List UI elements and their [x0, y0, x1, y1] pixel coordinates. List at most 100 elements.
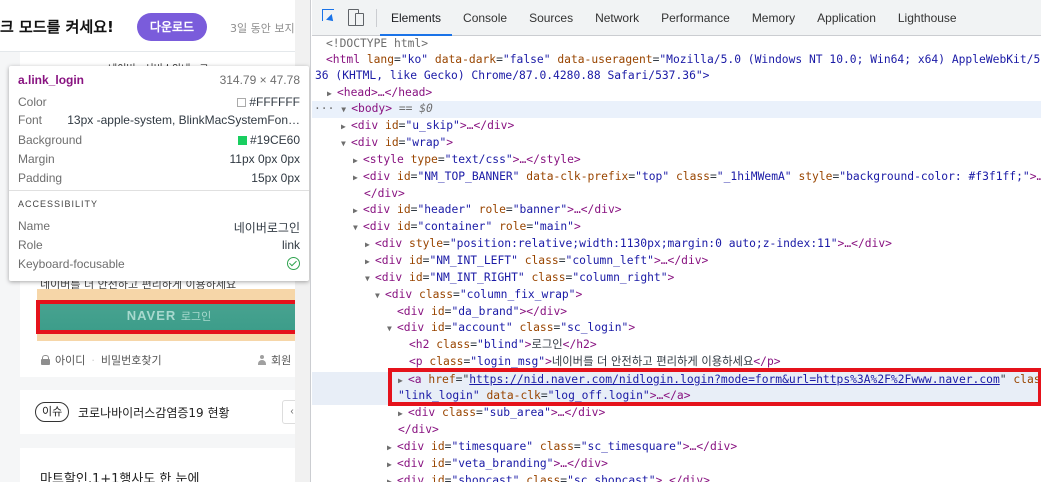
expand-triangle-icon: ▶ — [387, 477, 392, 482]
dom-line-da-brand[interactable]: <div id="da_brand"></div> — [312, 304, 1041, 321]
highlight-box-login-button — [36, 300, 302, 334]
wrap-node: ▼ <div id="wrap"> — [341, 135, 453, 152]
dom-line-int-left[interactable]: ▶ <div id="NM_INT_LEFT" class="column_lef… — [312, 253, 1041, 270]
dom-line-html[interactable]: <html lang="ko" data-dark="false" data-u… — [312, 52, 1041, 69]
tooltip-value: #19CE60 — [237, 133, 300, 147]
issue-link[interactable]: 코로나바이러스감염증19 현황 — [78, 404, 230, 421]
dom-line-int-right[interactable]: ▼ <div id="NM_INT_RIGHT" class="column_ri… — [312, 270, 1041, 287]
body-node: ··· ▼ <body> == $0 — [314, 101, 433, 118]
dom-line-h2[interactable]: <h2 class="blind">로그인</h2> — [312, 337, 1041, 354]
div-close: </div> — [398, 423, 439, 436]
dom-line-doctype[interactable]: <!DOCTYPE html> — [312, 36, 1041, 53]
fix-wrap-node: ▼ <div class="column_fix_wrap"> — [375, 287, 582, 304]
top-banner-node: ▶ <div id="NM_TOP_BANNER" data-clk-prefix… — [353, 169, 1041, 186]
tooltip-row-font: Font 13px -apple-system, BlinkMacSystemF… — [18, 113, 300, 129]
dom-line-div-close[interactable]: </div> — [312, 422, 1041, 439]
tooltip-value: 13px -apple-system, BlinkMacSystemFon… — [67, 113, 300, 127]
dom-line-style-div[interactable]: ▶ <div style="position:relative;width:113… — [312, 236, 1041, 253]
int-right-node: ▼ <div id="NM_INT_RIGHT" class="column_ri… — [365, 270, 674, 287]
find-password-link[interactable]: 비밀번호찾기 — [101, 352, 162, 368]
dom-tree[interactable]: <!DOCTYPE html> <html lang="ko" data-dar… — [312, 36, 1041, 482]
download-button[interactable]: 다운로드 — [137, 13, 207, 41]
dom-line-u-skip[interactable]: ▶ <div id="u_skip">…</div> — [312, 118, 1041, 135]
dom-line-body[interactable]: ··· ▼ <body> == $0 — [312, 101, 1041, 118]
dom-line-shopcast[interactable]: ▶ <div id="shopcast" class="sc_shopcast">… — [312, 473, 1041, 482]
highlight-box-a-element — [388, 368, 1041, 406]
tooltip-label: Font — [18, 113, 43, 127]
tooltip-value — [287, 257, 300, 271]
dom-line-sub-area[interactable]: ▶ <div class="sub_area">…</div> — [312, 405, 1041, 422]
color-swatch-icon — [237, 98, 247, 107]
mart-box: 마트할인,1+1행사도 한 눈에 — [20, 448, 295, 482]
dom-line-head[interactable]: ▶ <head>…</head> — [312, 85, 1041, 102]
tab-application[interactable]: Application — [806, 0, 887, 36]
collapse-triangle-icon: ▼ — [365, 274, 370, 283]
tooltip-label: Keyboard-focusable — [18, 257, 125, 271]
more-dots-icon: ··· — [314, 102, 335, 115]
dom-line-timesquare[interactable]: ▶ <div id="timesquare" class="sc_timesqua… — [312, 439, 1041, 456]
dom-line-fix-wrap[interactable]: ▼ <div class="column_fix_wrap"> — [312, 287, 1041, 304]
dom-line-header[interactable]: ▶ <div id="header" role="banner">…</div> — [312, 202, 1041, 219]
dark-mode-banner: 크 모드를 켜세요! 다운로드 3일 동안 보지 — [0, 0, 310, 52]
expand-triangle-icon: ▶ — [365, 240, 370, 249]
tooltip-label: Padding — [18, 171, 63, 185]
check-circle-icon — [287, 257, 300, 270]
tooltip-row-margin: Margin 11px 0px 0px — [18, 152, 300, 168]
tooltip-value: #FFFFFF — [237, 95, 300, 109]
tooltip-label: Role — [18, 238, 43, 252]
tooltip-row-name: Name 네이버로그인 — [18, 219, 300, 235]
expand-triangle-icon: ▶ — [353, 156, 358, 165]
da-brand-node: <div id="da_brand"></div> — [397, 305, 568, 318]
join-link[interactable]: 회원 — [271, 352, 291, 368]
dom-line-account[interactable]: ▼ <div id="account" class="sc_login"> — [312, 320, 1041, 337]
tooltip-row-color: Color #FFFFFF — [18, 95, 300, 111]
dismiss-link[interactable]: 3일 동안 보지 — [230, 20, 295, 36]
tab-memory[interactable]: Memory — [741, 0, 806, 36]
expand-triangle-icon: ▶ — [353, 173, 358, 182]
tooltip-label: Background — [18, 133, 83, 147]
dom-line-veta[interactable]: ▶ <div id="veta_branding">…</div> — [312, 456, 1041, 473]
h2-node: <h2 class="blind">로그인</h2> — [409, 338, 597, 351]
device-toolbar-icon[interactable] — [346, 9, 364, 27]
separator: · — [91, 353, 95, 367]
tab-sources[interactable]: Sources — [518, 0, 584, 36]
background-swatch-icon — [237, 136, 247, 145]
toolbar-separator — [376, 9, 377, 27]
u-skip-node: ▶ <div id="u_skip">…</div> — [341, 118, 514, 135]
collapse-triangle-icon: ▼ — [353, 223, 358, 232]
tab-lighthouse[interactable]: Lighthouse — [887, 0, 968, 36]
person-icon — [257, 355, 267, 365]
account-node: ▼ <div id="account" class="sc_login"> — [387, 320, 635, 337]
collapse-triangle-icon: ▼ — [387, 324, 392, 333]
collapse-triangle-icon: ▼ — [341, 105, 347, 114]
dom-line-wrap[interactable]: ▼ <div id="wrap"> — [312, 135, 1041, 152]
tooltip-size: 314.79 × 47.78 — [219, 73, 300, 87]
dom-line-top-banner-close[interactable]: </div> — [312, 186, 1041, 203]
tab-performance[interactable]: Performance — [650, 0, 741, 36]
tab-network[interactable]: Network — [584, 0, 650, 36]
header-node: ▶ <div id="header" role="banner">…</div> — [353, 202, 622, 219]
devtools-toolbar: Elements Console Sources Network Perform… — [312, 0, 1041, 36]
inspect-icon[interactable] — [322, 9, 340, 27]
lock-icon — [41, 355, 50, 365]
sub-area-node: ▶ <div class="sub_area">…</div> — [398, 405, 605, 422]
banner-text: 크 모드를 켜세요! — [0, 18, 114, 36]
tab-console[interactable]: Console — [452, 0, 518, 36]
int-left-node: ▶ <div id="NM_INT_LEFT" class="column_lef… — [365, 253, 708, 270]
mart-text: 마트할인,1+1행사도 한 눈에 — [40, 472, 200, 482]
container-node: ▼ <div id="container" role="main"> — [353, 219, 581, 236]
dom-line-style[interactable]: ▶ <style type="text/css">…</style> — [312, 152, 1041, 169]
tab-elements[interactable]: Elements — [380, 0, 453, 36]
tooltip-row-keyboard-focusable: Keyboard-focusable — [18, 257, 300, 273]
expand-triangle-icon: ▶ — [353, 206, 358, 215]
inspect-tooltip: a.link_login 314.79 × 47.78 Color #FFFFF… — [9, 66, 309, 281]
find-id-link[interactable]: 아이디 — [55, 352, 85, 368]
html-useragent-cont: 36 (KHTML, like Gecko) Chrome/87.0.4280.… — [315, 69, 710, 82]
style-node: ▶ <style type="text/css">…</style> — [353, 152, 581, 169]
dom-line-html-cont[interactable]: 36 (KHTML, like Gecko) Chrome/87.0.4280.… — [312, 68, 1041, 85]
dom-line-container[interactable]: ▼ <div id="container" role="main"> — [312, 219, 1041, 236]
expand-triangle-icon: ▶ — [341, 122, 346, 131]
tooltip-value: 네이버로그인 — [233, 221, 300, 235]
dom-line-top-banner[interactable]: ▶ <div id="NM_TOP_BANNER" data-clk-prefix… — [312, 169, 1041, 186]
tooltip-row-background: Background #19CE60 — [18, 133, 300, 149]
